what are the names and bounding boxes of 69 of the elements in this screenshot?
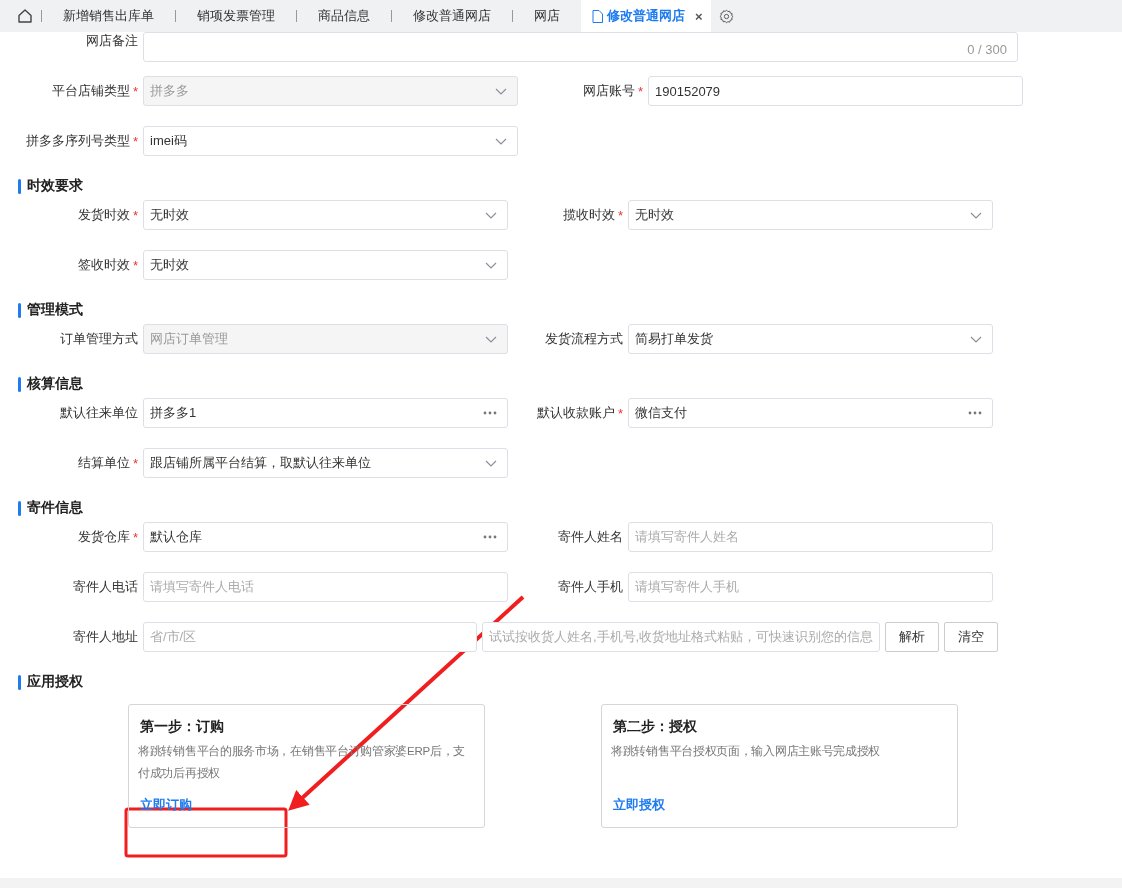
dropdown[interactable]: imei码: [143, 126, 518, 156]
field-label: 寄件人地址: [73, 628, 138, 646]
settings-icon[interactable]: [718, 8, 734, 24]
section-header: 核算信息: [18, 374, 1122, 394]
dropdown[interactable]: 跟店铺所属平台结算，取默认往来单位: [143, 448, 508, 478]
chevron-down-icon: [485, 211, 497, 219]
home-icon[interactable]: [17, 8, 33, 24]
input-field[interactable]: 190152079: [648, 76, 1023, 106]
required-mark: *: [132, 257, 138, 273]
tab[interactable]: 新增销售出库单: [42, 0, 175, 32]
chevron-down-icon: [495, 87, 507, 95]
required-mark: *: [132, 207, 138, 223]
field-label: 订单管理方式: [60, 330, 138, 348]
dropdown[interactable]: 无时效: [143, 200, 508, 230]
tab[interactable]: 修改普通网店: [392, 0, 512, 32]
field-label: 默认往来单位: [60, 404, 138, 422]
card-description: 将跳转销售平台授权页面，输入网店主账号完成授权: [611, 744, 882, 759]
lookup-field[interactable]: 默认仓库: [143, 522, 508, 552]
chevron-down-icon: [970, 211, 982, 219]
section-header: 时效要求: [18, 176, 1122, 196]
lookup-field[interactable]: 微信支付: [628, 398, 993, 428]
field-label: 发货流程方式: [545, 330, 623, 348]
chevron-down-icon: [485, 459, 497, 467]
field-label: 发货仓库: [77, 528, 130, 546]
field-label: 网店备注: [86, 32, 138, 50]
chevron-down-icon: [495, 137, 507, 145]
card-title: 第二步：授权: [613, 718, 698, 736]
action-button[interactable]: 清空: [944, 622, 998, 652]
field-label: 拼多多序列号类型: [25, 132, 130, 150]
dropdown[interactable]: 简易打单发货: [628, 324, 993, 354]
field-label: 揽收时效: [562, 206, 615, 224]
field-label: 默认收款账户: [536, 404, 615, 422]
field-label: 签收时效: [77, 256, 130, 274]
close-icon[interactable]: ×: [695, 8, 703, 24]
required-mark: *: [617, 405, 623, 421]
card-link[interactable]: 立即授权: [613, 796, 665, 814]
card-title: 第一步：订购: [140, 718, 225, 736]
action-button[interactable]: 解析: [885, 622, 939, 652]
character-counter: 0 / 300: [967, 42, 1007, 57]
required-mark: *: [132, 133, 138, 149]
document-icon: [592, 9, 603, 23]
section-header: 管理模式: [18, 300, 1122, 320]
dropdown[interactable]: 无时效: [143, 250, 508, 280]
lookup-field[interactable]: 拼多多1: [143, 398, 508, 428]
section-header: 应用授权: [18, 672, 1122, 692]
more-icon[interactable]: [483, 535, 497, 539]
chevron-down-icon: [970, 335, 982, 343]
more-icon[interactable]: [968, 411, 982, 415]
field-label: 网店账号: [582, 82, 635, 100]
dropdown[interactable]: 无时效: [628, 200, 993, 230]
field-label: 结算单位: [77, 454, 130, 472]
tab[interactable]: 商品信息: [297, 0, 391, 32]
field-label: 寄件人手机: [558, 578, 623, 596]
required-mark: *: [132, 455, 138, 471]
field-label: 寄件人电话: [73, 578, 138, 596]
tab[interactable]: 销项发票管理: [176, 0, 296, 32]
required-mark: *: [617, 207, 623, 223]
required-mark: *: [132, 529, 138, 545]
more-icon[interactable]: [483, 411, 497, 415]
field-label: 发货时效: [77, 206, 130, 224]
tab[interactable]: 修改普通网店 ×: [581, 0, 711, 32]
chevron-down-icon: [485, 335, 497, 343]
required-mark: *: [132, 83, 138, 99]
tab[interactable]: 网店: [513, 0, 581, 32]
field-label: 平台店铺类型: [51, 82, 130, 100]
chevron-down-icon: [485, 261, 497, 269]
required-mark: *: [637, 83, 643, 99]
field-label: 寄件人姓名: [558, 528, 623, 546]
section-header: 寄件信息: [18, 498, 1122, 518]
